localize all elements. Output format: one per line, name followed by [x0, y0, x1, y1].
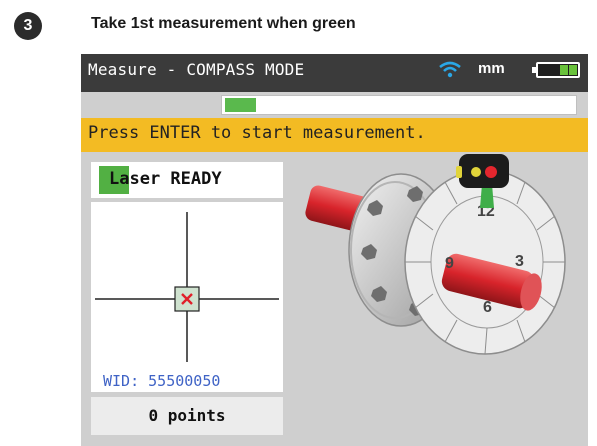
title-bar: Measure - COMPASS MODE mm — [81, 54, 588, 92]
dial-number-9: 9 — [445, 255, 454, 272]
dial-number-3: 3 — [515, 253, 524, 270]
sensor-head — [459, 154, 509, 188]
progress-fill — [225, 98, 256, 112]
dial-number-6: 6 — [483, 299, 492, 316]
step-instruction: Take 1st measurement when green — [91, 15, 356, 32]
step-number-badge: 3 — [14, 12, 42, 40]
step-number: 3 — [23, 17, 33, 34]
wifi-icon — [439, 61, 461, 78]
instruction-banner: Press ENTER to start measurement. — [81, 118, 588, 152]
device-screen: Measure - COMPASS MODE mm Press ENTER to… — [81, 54, 588, 446]
battery-icon — [532, 62, 580, 78]
laser-target-view: WID: 55500050 — [91, 202, 283, 392]
crosshair-icon — [95, 212, 279, 362]
unit-label: mm — [478, 60, 505, 77]
points-text: 0 points — [148, 406, 226, 425]
laser-status-text: Laser READY — [109, 169, 222, 189]
instruction-text: Press ENTER to start measurement. — [88, 123, 426, 143]
machine-illustration: 12 3 6 9 — [305, 154, 566, 355]
laser-status-panel: Laser READY — [91, 162, 283, 198]
points-counter: 0 points — [91, 397, 283, 435]
screen-title: Measure - COMPASS MODE — [88, 60, 305, 79]
wid-label: WID: 55500050 — [103, 372, 221, 390]
measurement-progress-bar — [221, 95, 577, 115]
